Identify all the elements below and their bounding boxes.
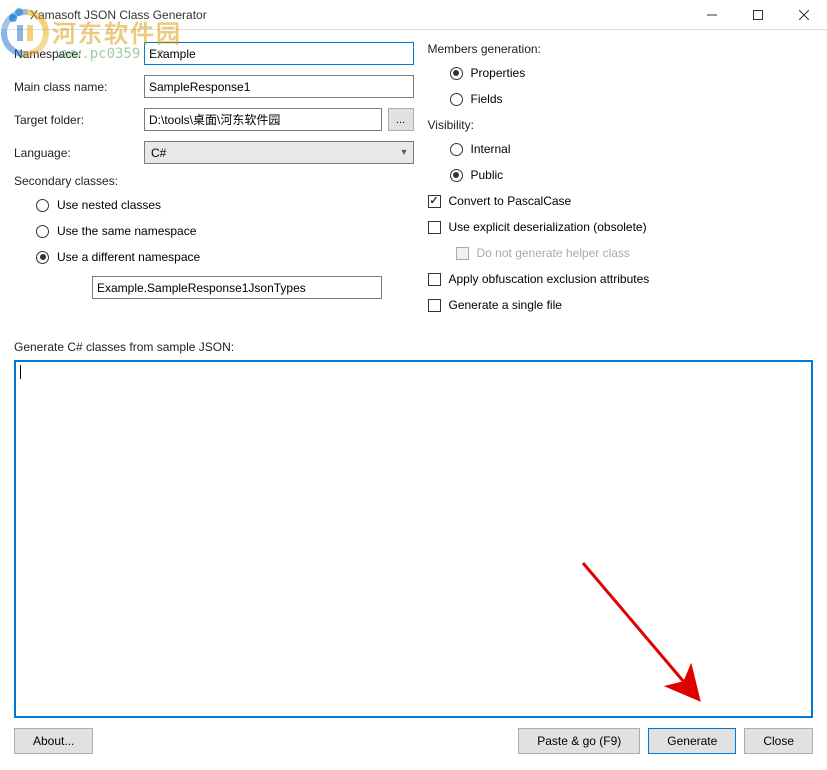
check-no-helper: Do not generate helper class xyxy=(428,246,814,260)
checkbox-icon xyxy=(428,273,441,286)
radio-label: Use the same namespace xyxy=(57,224,196,238)
radio-nested-classes[interactable]: Use nested classes xyxy=(36,198,414,212)
mainclass-input[interactable] xyxy=(144,75,414,98)
check-pascalcase[interactable]: Convert to PascalCase xyxy=(428,194,814,208)
check-label: Apply obfuscation exclusion attributes xyxy=(449,272,650,286)
radio-label: Public xyxy=(471,168,504,182)
paste-go-button[interactable]: Paste & go (F9) xyxy=(518,728,640,754)
radio-fields[interactable]: Fields xyxy=(450,92,814,106)
json-section-label: Generate C# classes from sample JSON: xyxy=(14,340,813,354)
chevron-down-icon: ▾ xyxy=(401,147,406,158)
radio-icon xyxy=(450,67,463,80)
language-combo[interactable]: C# ▾ xyxy=(144,141,414,164)
radio-same-namespace[interactable]: Use the same namespace xyxy=(36,224,414,238)
radio-label: Properties xyxy=(471,66,526,80)
radio-internal[interactable]: Internal xyxy=(450,142,814,156)
radio-label: Fields xyxy=(471,92,503,106)
language-label: Language: xyxy=(14,146,144,160)
maximize-button[interactable] xyxy=(735,0,781,30)
json-textarea[interactable] xyxy=(14,360,813,718)
close-dialog-button[interactable]: Close xyxy=(744,728,813,754)
browse-button[interactable]: ... xyxy=(388,108,414,131)
text-cursor xyxy=(20,365,21,379)
targetfolder-input[interactable] xyxy=(144,108,382,131)
namespace-label: Namespace: xyxy=(14,47,144,61)
window-title: Xamasoft JSON Class Generator xyxy=(30,8,207,22)
checkbox-icon xyxy=(456,247,469,260)
close-button[interactable] xyxy=(781,0,827,30)
visibility-label: Visibility: xyxy=(424,118,814,132)
check-label: Generate a single file xyxy=(449,298,562,312)
secondary-label: Secondary classes: xyxy=(14,174,414,188)
members-label: Members generation: xyxy=(424,42,814,56)
radio-different-namespace[interactable]: Use a different namespace xyxy=(36,250,414,264)
checkbox-icon xyxy=(428,221,441,234)
minimize-button[interactable] xyxy=(689,0,735,30)
check-explicit-deserialization[interactable]: Use explicit deserialization (obsolete) xyxy=(428,220,814,234)
check-obfuscation[interactable]: Apply obfuscation exclusion attributes xyxy=(428,272,814,286)
radio-public[interactable]: Public xyxy=(450,168,814,182)
checkbox-icon xyxy=(428,195,441,208)
secondary-namespace-input[interactable] xyxy=(92,276,382,299)
check-single-file[interactable]: Generate a single file xyxy=(428,298,814,312)
radio-icon xyxy=(450,169,463,182)
targetfolder-label: Target folder: xyxy=(14,113,144,127)
titlebar: Xamasoft JSON Class Generator xyxy=(0,0,827,30)
radio-icon xyxy=(36,225,49,238)
radio-properties[interactable]: Properties xyxy=(450,66,814,80)
window-controls xyxy=(689,0,827,30)
checkbox-icon xyxy=(428,299,441,312)
radio-label: Use nested classes xyxy=(57,198,161,212)
radio-label: Internal xyxy=(471,142,511,156)
radio-icon xyxy=(36,199,49,212)
radio-icon xyxy=(450,93,463,106)
language-value: C# xyxy=(151,146,401,160)
generate-button[interactable]: Generate xyxy=(648,728,736,754)
radio-label: Use a different namespace xyxy=(57,250,200,264)
mainclass-label: Main class name: xyxy=(14,80,144,94)
about-button[interactable]: About... xyxy=(14,728,93,754)
app-icon xyxy=(8,7,24,23)
radio-icon xyxy=(36,251,49,264)
check-label: Do not generate helper class xyxy=(477,246,630,260)
check-label: Use explicit deserialization (obsolete) xyxy=(449,220,647,234)
namespace-input[interactable] xyxy=(144,42,414,65)
radio-icon xyxy=(450,143,463,156)
check-label: Convert to PascalCase xyxy=(449,194,572,208)
